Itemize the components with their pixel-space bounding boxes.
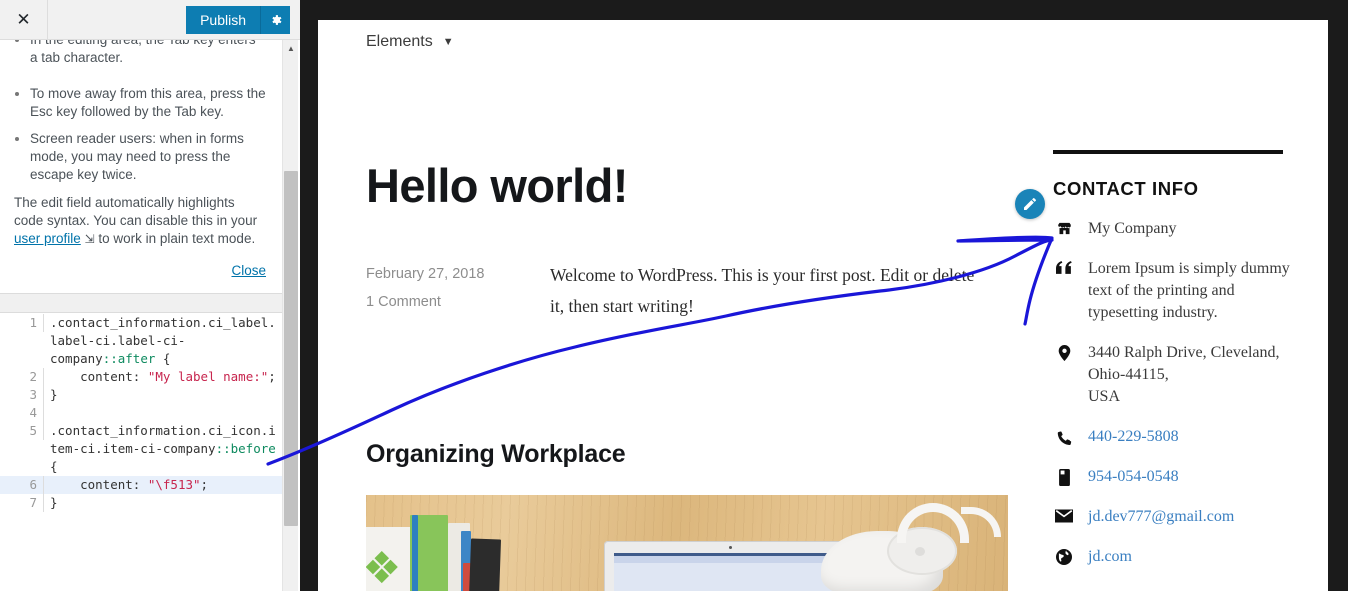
map-pin-icon: [1053, 342, 1075, 361]
screen-root: ✕ Publish In the editing area, the Tab k…: [0, 0, 1348, 591]
line-number: 4: [0, 404, 44, 422]
post-body-text: Welcome to WordPress. This is your first…: [550, 265, 975, 316]
close-icon[interactable]: ✕: [0, 0, 48, 39]
code-line[interactable]: 2 content: "My label name:";: [0, 368, 282, 386]
editor-toolbar: ✕ Publish: [0, 0, 300, 40]
contact-info-list: My Company Lorem Ipsum is simply dummy t…: [1053, 218, 1303, 568]
preview-frame-top-bar: [300, 0, 1348, 20]
page-title: Hello world!: [366, 159, 628, 212]
contact-item-text[interactable]: jd.dev777@gmail.com: [1088, 506, 1303, 528]
nav-item-label: Elements: [366, 33, 433, 50]
scrollbar-thumb[interactable]: [284, 171, 298, 526]
editor-panel-divider: [0, 293, 282, 313]
quote-icon: [1053, 258, 1075, 274]
post-featured-image: ❖: [366, 495, 1008, 591]
widget-heading: CONTACT INFO: [1053, 178, 1199, 199]
code-line[interactable]: 5 .contact_information.ci_icon.item-ci.i…: [0, 422, 282, 476]
code-line[interactable]: 1 .contact_information.ci_label.label-ci…: [0, 314, 282, 368]
line-number: 7: [0, 494, 44, 512]
publish-button[interactable]: Publish: [186, 6, 260, 34]
contact-item-text[interactable]: 954-054-0548: [1088, 466, 1303, 488]
line-number: 1: [0, 314, 44, 332]
code-line[interactable]: 7 }: [0, 494, 282, 512]
mobile-icon: [1053, 466, 1075, 486]
code-line-text: content: "\f513";: [80, 477, 209, 492]
contact-item-email: jd.dev777@gmail.com: [1053, 506, 1303, 528]
email-icon: [1053, 506, 1075, 523]
help-bullet: In the editing area, the Tab key enters …: [30, 40, 266, 67]
contact-item-mobile: 954-054-0548: [1053, 466, 1303, 488]
code-line[interactable]: 3 }: [0, 386, 282, 404]
contact-item-text: Lorem Ipsum is simply dummy text of the …: [1088, 260, 1290, 321]
line-number: 6: [0, 476, 44, 494]
contact-item-phone: 440-229-5808: [1053, 426, 1303, 448]
help-bullet: To move away from this area, press the E…: [30, 85, 266, 121]
external-link-icon: ⇲: [84, 232, 95, 246]
chevron-down-icon[interactable]: ▼: [443, 36, 454, 48]
store-icon: [1053, 218, 1075, 236]
globe-icon: [1053, 546, 1075, 565]
contact-item-website: jd.com: [1053, 546, 1303, 568]
editor-help-text: In the editing area, the Tab key enters …: [0, 40, 282, 293]
contact-info-widget: CONTACT INFO My Company Lorem Ipsum is s…: [1053, 150, 1303, 586]
widget-top-rule: [1053, 150, 1283, 154]
help-text-after-link: to work in plain text mode.: [94, 231, 256, 246]
contact-item-text: My Company: [1088, 220, 1177, 237]
pencil-edit-icon[interactable]: [1015, 189, 1045, 219]
help-text-before-link: The edit field automatically highlights …: [14, 195, 258, 228]
site-preview: Elements ▼ Hello world! February 27, 201…: [318, 20, 1328, 591]
contact-item-text: 3440 Ralph Drive, Cleveland, Ohio-44115,…: [1088, 344, 1280, 405]
code-line-text: .contact_information.ci_icon.item-ci.ite…: [50, 423, 276, 474]
post-comment-count[interactable]: 1 Comment: [366, 288, 485, 316]
custom-css-editor-panel: ✕ Publish In the editing area, the Tab k…: [0, 0, 300, 591]
preview-frame-right-bar: [1328, 0, 1348, 591]
contact-item-text[interactable]: jd.com: [1088, 546, 1303, 568]
publish-button-group: Publish: [186, 6, 290, 34]
photo-watering-can: [821, 503, 1001, 591]
help-bullet-list: In the editing area, the Tab key enters …: [14, 40, 266, 184]
css-code-editor[interactable]: 1 .contact_information.ci_label.label-ci…: [0, 314, 282, 591]
code-line-text: [44, 404, 282, 422]
preview-frame-left-bar: [300, 0, 318, 591]
phone-icon: [1053, 426, 1075, 446]
photo-books: ❖: [366, 503, 502, 591]
photo-book-logo: ❖: [366, 543, 402, 591]
help-paragraph: The edit field automatically highlights …: [14, 194, 266, 248]
editor-panel-scrollbar[interactable]: ▲: [282, 40, 298, 591]
post-meta: February 27, 2018 1 Comment: [366, 260, 485, 316]
code-line-text: }: [50, 495, 58, 510]
contact-item-company: My Company: [1053, 218, 1303, 240]
help-close-link[interactable]: Close: [14, 262, 266, 280]
contact-item-text[interactable]: 440-229-5808: [1088, 426, 1303, 448]
user-profile-link[interactable]: user profile: [14, 231, 81, 246]
contact-item-description: Lorem Ipsum is simply dummy text of the …: [1053, 258, 1303, 324]
code-line-text: content: "My label name:";: [80, 369, 276, 384]
help-bullet: Screen reader users: when in forms mode,…: [30, 130, 266, 184]
nav-item-elements[interactable]: Elements ▼: [366, 20, 454, 64]
code-line-text: .contact_information.ci_label.label-ci.l…: [50, 315, 276, 366]
gear-icon[interactable]: [260, 6, 290, 34]
code-line-text: }: [50, 387, 58, 402]
post-date: February 27, 2018: [366, 266, 485, 282]
code-line-active[interactable]: 6 content: "\f513";: [0, 476, 282, 494]
photo-laptop: [604, 541, 854, 591]
line-number: 2: [0, 368, 44, 386]
line-number: 5: [0, 422, 44, 440]
scroll-up-arrow-icon[interactable]: ▲: [283, 40, 299, 57]
contact-item-address: 3440 Ralph Drive, Cleveland, Ohio-44115,…: [1053, 342, 1303, 408]
code-line[interactable]: 4: [0, 404, 282, 422]
section-heading: Organizing Workplace: [366, 440, 626, 468]
line-number: 3: [0, 386, 44, 404]
